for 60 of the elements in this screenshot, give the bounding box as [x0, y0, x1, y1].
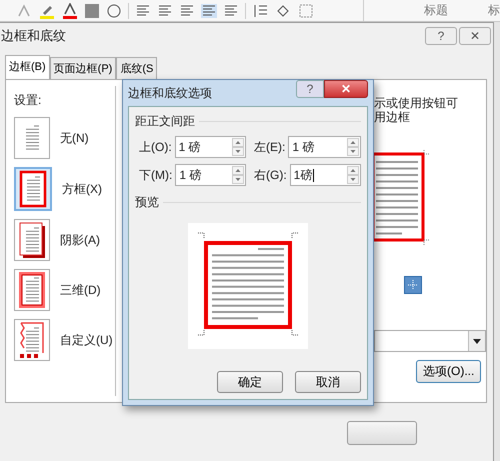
borders-icon[interactable]: [298, 2, 314, 18]
style-item[interactable]: 标题: [424, 2, 448, 19]
bordered-page-icon: [17, 220, 47, 260]
align-icon[interactable]: [201, 4, 217, 18]
dialog-button[interactable]: [347, 420, 417, 444]
close-button[interactable]: ✕: [324, 80, 368, 98]
spin-arrows-icon[interactable]: [232, 166, 244, 184]
dialog-button[interactable]: 取消: [295, 371, 361, 393]
field-label: 下(M):: [139, 166, 172, 184]
dialog-button[interactable]: 确定: [217, 371, 283, 393]
group-label: 距正文间距: [135, 113, 195, 130]
spin-field[interactable]: 1 磅: [174, 136, 246, 158]
tab[interactable]: 底纹(S: [116, 57, 158, 79]
setting-label: 无(N): [60, 130, 89, 146]
hint-text: 示或使用按钮可: [374, 96, 458, 110]
line-spacing-icon[interactable]: [252, 2, 268, 18]
setting-label: 阴影(A): [60, 232, 100, 248]
setting-label: 自定义(U): [60, 332, 113, 348]
align-icon[interactable]: [135, 4, 151, 18]
tab[interactable]: 页面边框(P): [50, 57, 116, 79]
align-icon[interactable]: [223, 4, 239, 18]
options-button[interactable]: 选项(O)...: [416, 360, 482, 383]
shading-icon[interactable]: [84, 2, 100, 18]
section-label: 预览: [135, 194, 159, 211]
spin-arrows-icon[interactable]: [347, 138, 359, 156]
spin-field[interactable]: 1磅: [290, 164, 361, 186]
setting-label: 方框(X): [62, 180, 102, 198]
apply-to-dropdown[interactable]: [374, 330, 486, 352]
bordered-page-icon: [18, 169, 48, 209]
font-color-icon[interactable]: [62, 2, 78, 20]
grid-icon: [407, 279, 419, 291]
help-button[interactable]: ?: [296, 80, 324, 98]
hint-text: 用边框: [374, 110, 410, 124]
setting-label: 三维(D): [60, 282, 101, 298]
close-button[interactable]: ✕: [459, 27, 491, 45]
dialog-title: 边框和底纹选项: [128, 84, 213, 102]
spin-arrows-icon[interactable]: [232, 138, 244, 156]
field-label: 上(O):: [139, 138, 172, 156]
bordered-page-icon: [17, 320, 47, 360]
window-title: 边框和底纹: [1, 27, 67, 45]
setting-option[interactable]: [14, 269, 50, 311]
bordered-page-icon: [17, 270, 47, 310]
setting-option[interactable]: [14, 167, 52, 211]
setting-option[interactable]: [14, 319, 50, 361]
spin-field[interactable]: 1 磅: [288, 136, 361, 158]
field-label: 左(E):: [254, 138, 286, 156]
settings-label: 设置:: [14, 92, 42, 109]
text-cursor: [313, 168, 314, 182]
border-toggle-button[interactable]: [404, 276, 422, 294]
setting-option[interactable]: [14, 117, 50, 159]
tab[interactable]: 边框(B): [5, 55, 50, 79]
help-button[interactable]: ?: [425, 27, 457, 45]
field-label: 右(G):: [254, 166, 287, 184]
spin-arrows-icon[interactable]: [347, 166, 359, 184]
align-icon[interactable]: [179, 4, 195, 18]
align-icon[interactable]: [157, 4, 173, 18]
setting-option[interactable]: [14, 219, 50, 261]
spin-field[interactable]: 1 磅: [175, 164, 246, 186]
style-item[interactable]: 标: [488, 2, 500, 19]
circle-char-icon[interactable]: [106, 2, 122, 18]
